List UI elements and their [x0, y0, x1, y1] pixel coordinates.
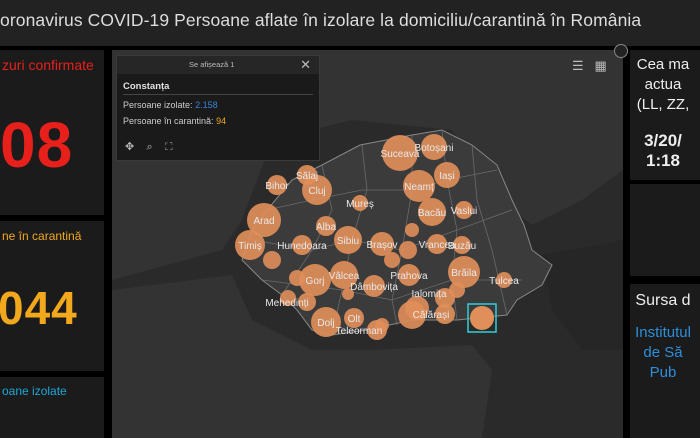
label-mureș: Mureș — [346, 199, 374, 210]
label-sibiu: Sibiu — [337, 236, 359, 247]
label-gorj: Gorj — [306, 276, 325, 287]
bubble-extra-4[interactable] — [449, 282, 465, 298]
isolated-label: oane izolate — [2, 384, 67, 398]
label-arad: Arad — [253, 216, 274, 227]
popup-county-name: Constanța — [123, 81, 170, 92]
bubble-extra-0[interactable] — [263, 251, 281, 269]
label-tulcea: Tulcea — [489, 276, 519, 287]
label-brașov: Brașov — [366, 240, 397, 251]
zoom-to-icon[interactable]: ⌕ — [146, 141, 152, 153]
popup-header: Se afișează 1 — [117, 56, 319, 74]
label-botoșani: Botoșani — [415, 143, 454, 154]
update-label-1: Cea ma — [636, 56, 690, 73]
label-bacău: Bacău — [418, 208, 446, 219]
pan-icon[interactable]: ✥ — [125, 141, 134, 153]
popup-isolated-value: 2.158 — [195, 100, 218, 110]
popup-tools: ✥ ⌕ ⛶ — [125, 140, 173, 154]
label-mehedinți: Mehedinți — [265, 298, 308, 309]
list-icon[interactable]: ☰ — [572, 58, 584, 73]
popup-quarantine-value: 94 — [216, 116, 227, 126]
update-date: 3/20/ — [644, 131, 682, 150]
confirmed-cases-value: 08 — [0, 109, 74, 181]
label-cluj: Cluj — [308, 186, 325, 197]
source-link-1[interactable]: Institutul — [630, 324, 696, 341]
map-toolbar: ☰ ▦ — [572, 58, 607, 74]
black-sea — [542, 240, 623, 350]
fullscreen-icon[interactable] — [614, 44, 628, 58]
source-panel: Sursa d Institutul de Să Pub — [630, 284, 700, 438]
label-dolj: Dolj — [317, 318, 334, 329]
close-icon[interactable]: ✕ — [300, 57, 311, 73]
label-sălaj: Sălaj — [296, 171, 318, 182]
title-bar: oronavirus COVID-19 Persoane aflate în i… — [0, 0, 700, 46]
confirmed-cases-label: zuri confirmate — [2, 57, 94, 73]
popup-isolated-row: Persoane izolate: 2.158 — [123, 100, 218, 110]
label-teleorman: Teleorman — [336, 326, 383, 337]
label-dâmbovița: Dâmbovița — [350, 282, 398, 293]
spacer-panel — [630, 184, 700, 276]
label-călărași: Călărași — [413, 310, 450, 321]
label-timiș: Timiș — [238, 241, 262, 252]
label-suceava: Suceava — [381, 149, 420, 160]
source-link-2[interactable]: de Să — [630, 344, 696, 361]
isolated-panel: oane izolate — [0, 377, 104, 438]
label-ialomița: Ialomița — [411, 289, 446, 300]
label-iași: Iași — [439, 171, 455, 182]
county-popup: Se afișează 1 ✕ Constanța Persoane izola… — [116, 55, 320, 161]
label-olt: Olt — [348, 314, 361, 325]
bubble-extra-9[interactable] — [289, 270, 305, 286]
dashboard-title: oronavirus COVID-19 Persoane aflate în i… — [0, 10, 642, 30]
popup-quarantine-label: Persoane în carantină: — [123, 116, 214, 126]
update-time: 1:18 — [645, 151, 681, 170]
confirmed-cases-panel: zuri confirmate 08 — [0, 50, 104, 215]
quarantine-value: 044 — [0, 282, 78, 334]
label-vâlcea: Vâlcea — [329, 271, 360, 282]
popup-isolated-label: Persoane izolate: — [123, 100, 193, 110]
label-brăila: Brăila — [451, 268, 477, 279]
grid-icon[interactable]: ▦ — [595, 58, 607, 73]
update-label-2: actua — [644, 76, 682, 93]
bubble-extra-2[interactable] — [399, 241, 417, 259]
bubble-extra-3[interactable] — [405, 223, 419, 237]
expand-icon[interactable]: ⛶ — [165, 141, 173, 153]
label-buzău: Buzău — [448, 241, 476, 252]
popup-quarantine-row: Persoane în carantină: 94 — [123, 116, 226, 126]
last-update-panel: Cea ma actua (LL, ZZ, 3/20/ 1:18 — [630, 50, 700, 180]
bubble-extra-6[interactable] — [384, 252, 400, 268]
label-bihor: Bihor — [265, 181, 289, 192]
source-link-3[interactable]: Pub — [630, 364, 696, 381]
quarantine-label: ne în carantină — [2, 229, 82, 243]
quarantine-panel: ne în carantină 044 — [0, 221, 104, 371]
popup-divider — [123, 94, 313, 95]
label-prahova: Prahova — [390, 271, 428, 282]
update-label-3: (LL, ZZ, — [636, 96, 690, 113]
source-label: Sursa d — [635, 292, 691, 309]
label-vaslui: Vaslui — [451, 206, 478, 217]
label-hunedoara: Hunedoara — [277, 241, 327, 252]
label-alba: Alba — [316, 222, 336, 233]
label-neamț: Neamț — [404, 182, 434, 193]
popup-header-text: Se afișează 1 — [189, 60, 235, 69]
bubble-constanta[interactable] — [470, 306, 494, 330]
